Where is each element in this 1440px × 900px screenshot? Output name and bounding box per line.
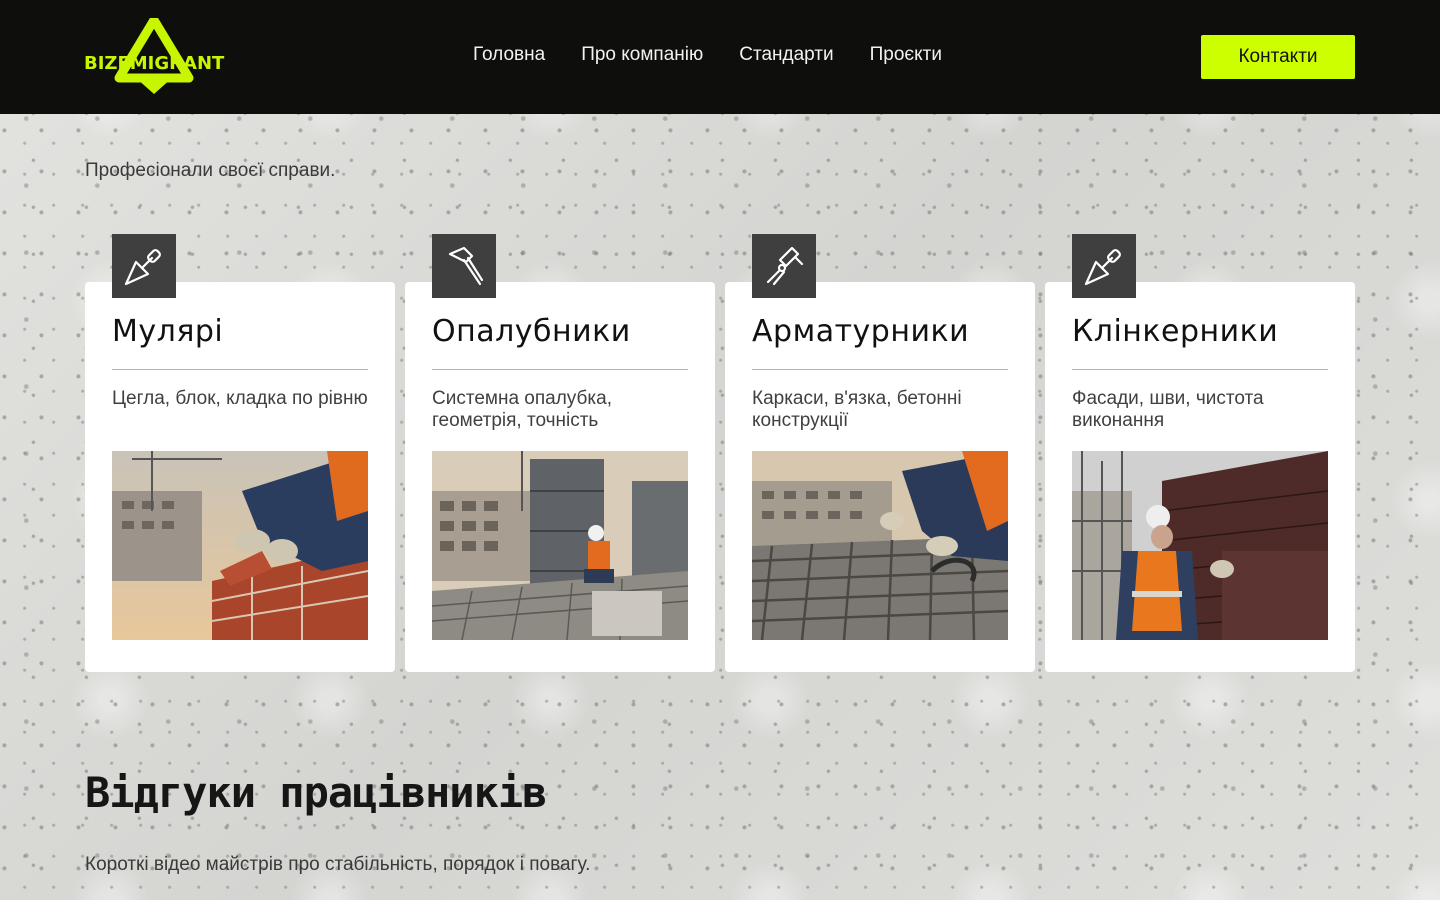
logo-text: BIZEMIGRANT [84, 53, 225, 74]
clinker-photo [1072, 451, 1328, 640]
rebar-photo [752, 451, 1008, 640]
nav-home[interactable]: Головна [473, 44, 545, 66]
card-divider [1072, 369, 1328, 370]
card-description: Каркаси, в'язка, бетонні конструкції [752, 388, 962, 431]
card-divider [112, 369, 368, 370]
card-divider [432, 369, 688, 370]
specialties-subtitle: Професіонали своєї справи. [85, 160, 336, 181]
hammer-icon [432, 234, 496, 298]
specialty-card-clinker: Клінкерники Фасади, шви, чистота виконан… [1045, 234, 1355, 672]
nav-projects[interactable]: Проєкти [870, 44, 942, 66]
specialty-card-rebar: Арматурники Каркаси, в'язка, бетонні кон… [725, 234, 1035, 672]
pliers-icon [752, 234, 816, 298]
card-title: Мулярі [112, 314, 224, 349]
nav-standards[interactable]: Стандарти [739, 44, 833, 66]
specialty-card-formwork: Опалубники Системна опалубка, геометрія,… [405, 234, 715, 672]
card-description: Фасади, шви, чистота виконання [1072, 388, 1264, 431]
card-title: Арматурники [752, 314, 970, 349]
contacts-button[interactable]: Контакти [1201, 35, 1355, 79]
card-divider [752, 369, 1008, 370]
card-description: Системна опалубка, геометрія, точність [432, 388, 612, 431]
mason-photo [112, 451, 368, 640]
nav-about[interactable]: Про компанію [581, 44, 703, 66]
main-nav: Головна Про компанію Стандарти Проєкти [473, 44, 942, 66]
formwork-photo [432, 451, 688, 640]
card-title: Опалубники [432, 314, 631, 349]
site-header: BIZEMIGRANT Головна Про компанію Стандар… [0, 0, 1440, 114]
card-description: Цегла, блок, кладка по рівню [112, 388, 368, 409]
card-title: Клінкерники [1072, 314, 1279, 349]
brand-logo[interactable]: BIZEMIGRANT [84, 15, 254, 96]
reviews-title: Відгуки працівників [85, 768, 547, 817]
trowel-icon [1072, 234, 1136, 298]
specialty-card-masons: Мулярі Цегла, блок, кладка по рівню [85, 234, 395, 672]
reviews-subtitle: Короткі відео майстрів про стабільність,… [85, 854, 591, 875]
trowel-icon [112, 234, 176, 298]
